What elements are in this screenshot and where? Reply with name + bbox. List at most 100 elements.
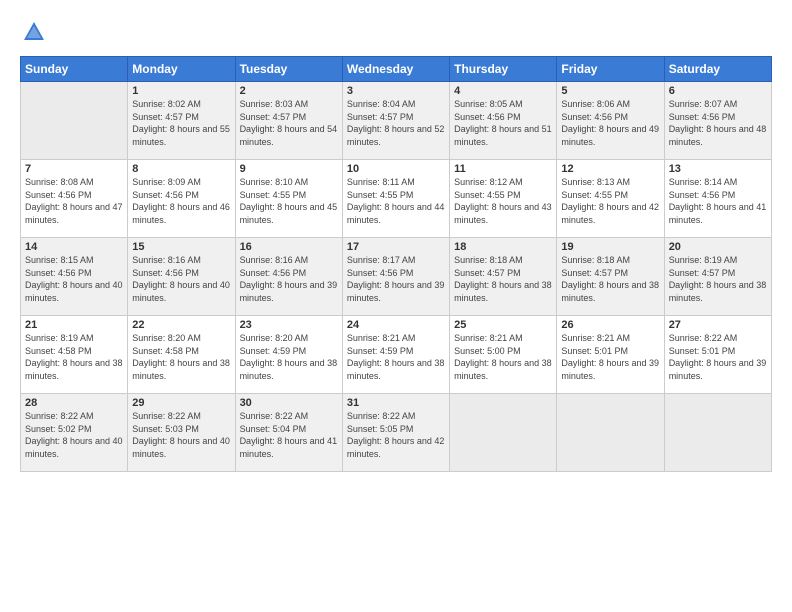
day-info: Sunrise: 8:22 AMSunset: 5:03 PMDaylight:… [132, 410, 230, 460]
calendar-day-cell: 27Sunrise: 8:22 AMSunset: 5:01 PMDayligh… [664, 316, 771, 394]
day-info: Sunrise: 8:08 AMSunset: 4:56 PMDaylight:… [25, 176, 123, 226]
day-number: 22 [132, 319, 230, 331]
day-number: 20 [669, 241, 767, 253]
header [20, 18, 772, 46]
day-info: Sunrise: 8:05 AMSunset: 4:56 PMDaylight:… [454, 98, 552, 148]
day-number: 9 [240, 163, 338, 175]
calendar-week-row: 21Sunrise: 8:19 AMSunset: 4:58 PMDayligh… [21, 316, 772, 394]
day-info: Sunrise: 8:02 AMSunset: 4:57 PMDaylight:… [132, 98, 230, 148]
day-number: 8 [132, 163, 230, 175]
day-number: 27 [669, 319, 767, 331]
day-number: 6 [669, 85, 767, 97]
calendar-day-cell: 4Sunrise: 8:05 AMSunset: 4:56 PMDaylight… [450, 82, 557, 160]
day-info: Sunrise: 8:16 AMSunset: 4:56 PMDaylight:… [240, 254, 338, 304]
calendar-day-cell: 13Sunrise: 8:14 AMSunset: 4:56 PMDayligh… [664, 160, 771, 238]
day-info: Sunrise: 8:07 AMSunset: 4:56 PMDaylight:… [669, 98, 767, 148]
day-number: 16 [240, 241, 338, 253]
day-number: 25 [454, 319, 552, 331]
day-number: 1 [132, 85, 230, 97]
calendar-weekday-tuesday: Tuesday [235, 57, 342, 82]
day-info: Sunrise: 8:18 AMSunset: 4:57 PMDaylight:… [454, 254, 552, 304]
calendar-week-row: 14Sunrise: 8:15 AMSunset: 4:56 PMDayligh… [21, 238, 772, 316]
calendar-day-cell: 22Sunrise: 8:20 AMSunset: 4:58 PMDayligh… [128, 316, 235, 394]
calendar-table: SundayMondayTuesdayWednesdayThursdayFrid… [20, 56, 772, 472]
calendar-weekday-monday: Monday [128, 57, 235, 82]
day-number: 19 [561, 241, 659, 253]
calendar-day-cell [557, 394, 664, 472]
day-info: Sunrise: 8:21 AMSunset: 5:01 PMDaylight:… [561, 332, 659, 382]
day-number: 4 [454, 85, 552, 97]
calendar-day-cell: 14Sunrise: 8:15 AMSunset: 4:56 PMDayligh… [21, 238, 128, 316]
day-number: 23 [240, 319, 338, 331]
day-number: 31 [347, 397, 445, 409]
day-number: 26 [561, 319, 659, 331]
day-info: Sunrise: 8:20 AMSunset: 4:59 PMDaylight:… [240, 332, 338, 382]
day-number: 17 [347, 241, 445, 253]
day-number: 30 [240, 397, 338, 409]
calendar-day-cell: 11Sunrise: 8:12 AMSunset: 4:55 PMDayligh… [450, 160, 557, 238]
calendar-day-cell: 28Sunrise: 8:22 AMSunset: 5:02 PMDayligh… [21, 394, 128, 472]
day-number: 10 [347, 163, 445, 175]
day-number: 24 [347, 319, 445, 331]
day-number: 28 [25, 397, 123, 409]
calendar-day-cell: 20Sunrise: 8:19 AMSunset: 4:57 PMDayligh… [664, 238, 771, 316]
day-number: 5 [561, 85, 659, 97]
calendar-day-cell [664, 394, 771, 472]
page: SundayMondayTuesdayWednesdayThursdayFrid… [0, 0, 792, 612]
calendar-day-cell: 7Sunrise: 8:08 AMSunset: 4:56 PMDaylight… [21, 160, 128, 238]
calendar-day-cell: 10Sunrise: 8:11 AMSunset: 4:55 PMDayligh… [342, 160, 449, 238]
day-info: Sunrise: 8:18 AMSunset: 4:57 PMDaylight:… [561, 254, 659, 304]
calendar-day-cell: 21Sunrise: 8:19 AMSunset: 4:58 PMDayligh… [21, 316, 128, 394]
calendar-day-cell: 25Sunrise: 8:21 AMSunset: 5:00 PMDayligh… [450, 316, 557, 394]
calendar-weekday-wednesday: Wednesday [342, 57, 449, 82]
calendar-day-cell: 24Sunrise: 8:21 AMSunset: 4:59 PMDayligh… [342, 316, 449, 394]
calendar-day-cell: 3Sunrise: 8:04 AMSunset: 4:57 PMDaylight… [342, 82, 449, 160]
day-info: Sunrise: 8:15 AMSunset: 4:56 PMDaylight:… [25, 254, 123, 304]
calendar-day-cell: 8Sunrise: 8:09 AMSunset: 4:56 PMDaylight… [128, 160, 235, 238]
day-info: Sunrise: 8:13 AMSunset: 4:55 PMDaylight:… [561, 176, 659, 226]
day-info: Sunrise: 8:09 AMSunset: 4:56 PMDaylight:… [132, 176, 230, 226]
calendar-week-row: 7Sunrise: 8:08 AMSunset: 4:56 PMDaylight… [21, 160, 772, 238]
calendar-day-cell: 23Sunrise: 8:20 AMSunset: 4:59 PMDayligh… [235, 316, 342, 394]
calendar-day-cell [21, 82, 128, 160]
calendar-day-cell [450, 394, 557, 472]
calendar-day-cell: 18Sunrise: 8:18 AMSunset: 4:57 PMDayligh… [450, 238, 557, 316]
calendar-day-cell: 1Sunrise: 8:02 AMSunset: 4:57 PMDaylight… [128, 82, 235, 160]
calendar-day-cell: 17Sunrise: 8:17 AMSunset: 4:56 PMDayligh… [342, 238, 449, 316]
day-number: 3 [347, 85, 445, 97]
day-number: 14 [25, 241, 123, 253]
day-info: Sunrise: 8:22 AMSunset: 5:04 PMDaylight:… [240, 410, 338, 460]
day-info: Sunrise: 8:22 AMSunset: 5:02 PMDaylight:… [25, 410, 123, 460]
calendar-day-cell: 6Sunrise: 8:07 AMSunset: 4:56 PMDaylight… [664, 82, 771, 160]
day-number: 15 [132, 241, 230, 253]
day-number: 2 [240, 85, 338, 97]
logo-icon [20, 18, 48, 46]
day-number: 7 [25, 163, 123, 175]
day-info: Sunrise: 8:17 AMSunset: 4:56 PMDaylight:… [347, 254, 445, 304]
day-number: 13 [669, 163, 767, 175]
day-info: Sunrise: 8:19 AMSunset: 4:58 PMDaylight:… [25, 332, 123, 382]
day-info: Sunrise: 8:21 AMSunset: 5:00 PMDaylight:… [454, 332, 552, 382]
day-number: 18 [454, 241, 552, 253]
day-number: 11 [454, 163, 552, 175]
calendar-week-row: 1Sunrise: 8:02 AMSunset: 4:57 PMDaylight… [21, 82, 772, 160]
calendar-day-cell: 31Sunrise: 8:22 AMSunset: 5:05 PMDayligh… [342, 394, 449, 472]
day-info: Sunrise: 8:04 AMSunset: 4:57 PMDaylight:… [347, 98, 445, 148]
calendar-weekday-friday: Friday [557, 57, 664, 82]
calendar-day-cell: 19Sunrise: 8:18 AMSunset: 4:57 PMDayligh… [557, 238, 664, 316]
calendar-day-cell: 29Sunrise: 8:22 AMSunset: 5:03 PMDayligh… [128, 394, 235, 472]
day-number: 29 [132, 397, 230, 409]
day-number: 21 [25, 319, 123, 331]
calendar-day-cell: 5Sunrise: 8:06 AMSunset: 4:56 PMDaylight… [557, 82, 664, 160]
day-info: Sunrise: 8:21 AMSunset: 4:59 PMDaylight:… [347, 332, 445, 382]
calendar-day-cell: 2Sunrise: 8:03 AMSunset: 4:57 PMDaylight… [235, 82, 342, 160]
day-info: Sunrise: 8:22 AMSunset: 5:05 PMDaylight:… [347, 410, 445, 460]
day-info: Sunrise: 8:06 AMSunset: 4:56 PMDaylight:… [561, 98, 659, 148]
day-info: Sunrise: 8:19 AMSunset: 4:57 PMDaylight:… [669, 254, 767, 304]
day-info: Sunrise: 8:14 AMSunset: 4:56 PMDaylight:… [669, 176, 767, 226]
calendar-weekday-sunday: Sunday [21, 57, 128, 82]
calendar-day-cell: 30Sunrise: 8:22 AMSunset: 5:04 PMDayligh… [235, 394, 342, 472]
calendar-weekday-thursday: Thursday [450, 57, 557, 82]
calendar-day-cell: 9Sunrise: 8:10 AMSunset: 4:55 PMDaylight… [235, 160, 342, 238]
day-info: Sunrise: 8:22 AMSunset: 5:01 PMDaylight:… [669, 332, 767, 382]
